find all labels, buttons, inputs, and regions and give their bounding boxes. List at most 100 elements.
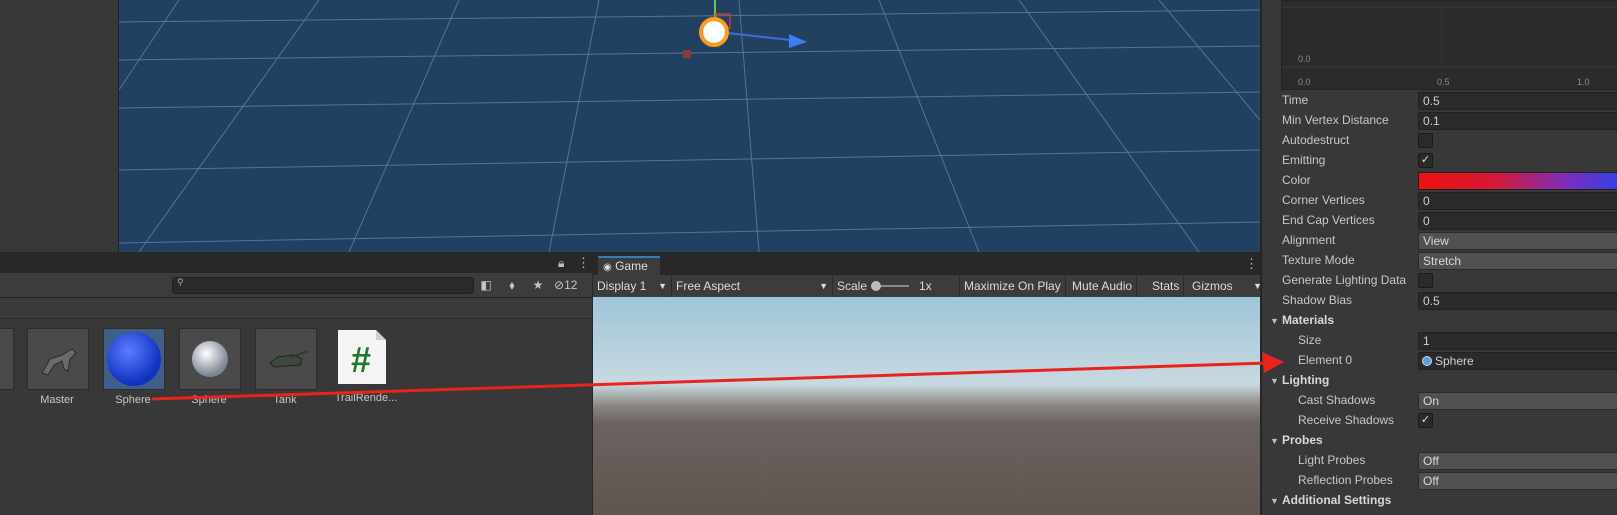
curve-grid <box>1282 1 1617 89</box>
chevron-down-icon: ▼ <box>819 281 828 291</box>
model-tank-icon <box>255 328 317 390</box>
filter-by-type-icon[interactable]: ◧ <box>476 276 496 294</box>
light-probes-label: Light Probes <box>1298 453 1366 467</box>
search-icon: ⚲ <box>177 277 184 287</box>
materials-header: Materials <box>1282 313 1335 327</box>
tab-game[interactable]: ◉ Game <box>598 256 660 277</box>
gizmos-dropdown[interactable]: Gizmos ▼ <box>1188 275 1262 297</box>
min-vertex-distance-label: Min Vertex Distance <box>1282 113 1389 127</box>
reflection-probes-dropdown[interactable]: Off <box>1418 472 1617 490</box>
width-curve-editor[interactable]: 0.0 0.0 0.5 1.0 <box>1281 0 1617 90</box>
cast-shadows-dropdown[interactable]: On <box>1418 392 1617 410</box>
materials-size-field[interactable]: 1 <box>1418 332 1617 350</box>
lock-icon[interactable]: 🔒︎ <box>558 256 564 271</box>
shadow-bias-field[interactable]: 0.5 <box>1418 292 1617 310</box>
hidden-count: 12 <box>564 278 578 292</box>
reflection-probes-label: Reflection Probes <box>1298 473 1393 487</box>
game-tab-bar: ◉ Game ⋮ <box>593 253 1260 277</box>
asset-item[interactable]: Master <box>27 328 91 406</box>
time-label: Time <box>1282 93 1309 107</box>
model-icon <box>27 328 89 390</box>
tab-game-label: Game <box>615 259 648 273</box>
cast-shadows-label: Cast Shadows <box>1298 393 1376 407</box>
asset-thumbnail-partial[interactable] <box>0 328 14 390</box>
curve-x-label: 1.0 <box>1577 77 1590 87</box>
lighting-foldout[interactable]: ▼ Lighting <box>1270 370 1329 390</box>
min-vertex-distance-field[interactable]: 0.1 <box>1418 112 1617 130</box>
curve-x-label: 0.0 <box>1298 77 1311 87</box>
material-sphere-white-icon <box>179 328 241 390</box>
element-0-object-field[interactable]: Sphere <box>1418 352 1617 370</box>
hidden-packages-toggle[interactable]: ⊘12 <box>554 276 590 294</box>
project-toolbar: ⚲ ◧ ⬧ ★ ⊘12 <box>0 273 592 298</box>
more-options-icon[interactable]: ⋮ <box>577 255 590 271</box>
filter-by-label-icon[interactable]: ⬧ <box>502 276 522 294</box>
asset-item[interactable]: Sphere <box>179 328 243 406</box>
maximize-on-play-button[interactable]: Maximize On Play <box>960 275 1066 297</box>
receive-shadows-checkbox[interactable]: ✓ <box>1418 413 1433 428</box>
element-0-label: Element 0 <box>1298 353 1353 367</box>
inspector-panel: 0.0 0.0 0.5 1.0 Time 0.5 Min Vertex Dist… <box>1261 0 1617 515</box>
aspect-dropdown[interactable]: Free Aspect ▼ <box>672 275 833 297</box>
alignment-label: Alignment <box>1282 233 1336 247</box>
emitting-checkbox[interactable]: ✓ <box>1418 153 1433 168</box>
curve-y-label: 0.0 <box>1298 54 1311 64</box>
gamepad-icon: ◉ <box>603 262 612 273</box>
autodestruct-label: Autodestruct <box>1282 133 1350 147</box>
more-options-icon[interactable]: ⋮ <box>1245 256 1258 272</box>
shadow-bias-label: Shadow Bias <box>1282 293 1353 307</box>
emitting-label: Emitting <box>1282 153 1326 167</box>
maximize-label: Maximize On Play <box>964 279 1061 293</box>
time-field[interactable]: 0.5 <box>1418 92 1617 110</box>
light-probes-dropdown[interactable]: Off <box>1418 452 1617 470</box>
scene-view[interactable] <box>119 0 1260 252</box>
favorites-icon[interactable]: ★ <box>528 276 548 294</box>
alignment-dropdown[interactable]: View <box>1418 232 1617 250</box>
asset-item[interactable]: Tank <box>255 328 319 406</box>
asset-item[interactable]: # TrailRende... <box>335 328 400 404</box>
gizmos-label: Gizmos <box>1192 279 1233 293</box>
end-cap-vertices-label: End Cap Vertices <box>1282 213 1375 227</box>
texture-mode-dropdown[interactable]: Stretch <box>1418 252 1617 270</box>
lighting-header: Lighting <box>1282 373 1330 387</box>
color-gradient-field[interactable] <box>1418 172 1617 190</box>
display-dropdown[interactable]: Display 1 ▼ <box>593 275 672 297</box>
game-render-view[interactable] <box>593 297 1260 515</box>
asset-label: Sphere <box>115 394 151 406</box>
project-breadcrumb-bar <box>0 298 592 319</box>
additional-settings-foldout[interactable]: ▼ Additional Settings <box>1270 490 1391 510</box>
game-toolbar: Display 1 ▼ Free Aspect ▼ Scale 1x Maxim… <box>593 275 1262 298</box>
game-window: ◉ Game ⋮ Display 1 ▼ Free Aspect ▼ Scale… <box>593 253 1262 515</box>
scale-value: 1x <box>919 279 932 293</box>
autodestruct-checkbox[interactable] <box>1418 133 1433 148</box>
receive-shadows-label: Receive Shadows <box>1298 413 1395 427</box>
project-search-input[interactable]: ⚲ <box>172 277 474 294</box>
corner-vertices-label: Corner Vertices <box>1282 193 1365 207</box>
materials-foldout[interactable]: ▼ Materials <box>1270 310 1334 330</box>
corner-vertices-field[interactable]: 0 <box>1418 192 1617 210</box>
materials-size-label: Size <box>1298 333 1322 347</box>
script-icon: # <box>336 328 396 388</box>
probes-foldout[interactable]: ▼ Probes <box>1270 430 1323 450</box>
asset-label: Tank <box>273 394 297 406</box>
scale-slider-thumb[interactable] <box>871 281 881 291</box>
generate-lighting-data-checkbox[interactable] <box>1418 273 1433 288</box>
scene-grid <box>119 0 1260 252</box>
trail-object-gizmo[interactable] <box>699 17 729 47</box>
move-handle-x[interactable] <box>789 34 807 48</box>
mute-audio-button[interactable]: Mute Audio <box>1068 275 1138 297</box>
foldout-arrow-icon: ▼ <box>1270 496 1279 506</box>
asset-label: Sphere <box>191 394 227 406</box>
display-label: Display 1 <box>597 279 647 293</box>
scale-slider-group: Scale 1x <box>833 275 960 297</box>
stats-button[interactable]: Stats <box>1148 275 1185 297</box>
additional-settings-header: Additional Settings <box>1282 493 1392 507</box>
color-label: Color <box>1282 173 1311 187</box>
aspect-label: Free Aspect <box>676 279 741 293</box>
chevron-down-icon: ▼ <box>658 281 667 291</box>
asset-item[interactable]: Sphere <box>103 328 167 406</box>
material-icon <box>1422 356 1432 366</box>
material-sphere-blue-icon <box>103 328 165 390</box>
end-cap-vertices-field[interactable]: 0 <box>1418 212 1617 230</box>
element-0-value: Sphere <box>1435 354 1474 368</box>
